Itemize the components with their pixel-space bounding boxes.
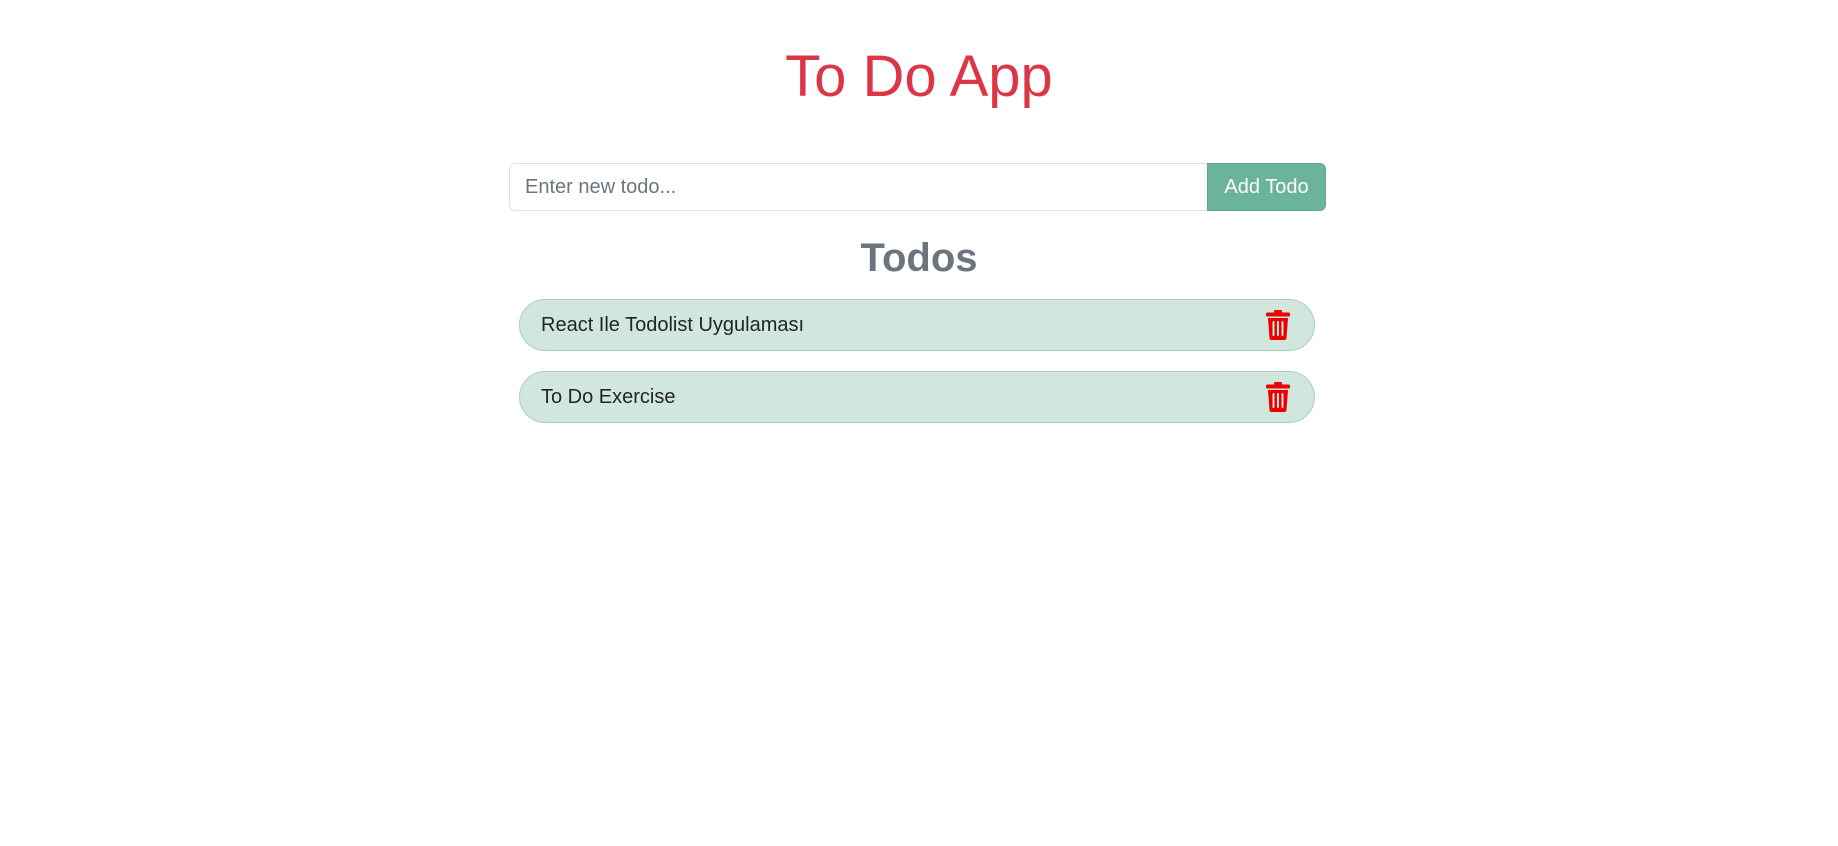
todo-item-text: React Ile Todolist Uygulaması <box>541 313 805 336</box>
todo-item: React Ile Todolist Uygulaması <box>519 299 1315 351</box>
delete-todo-button[interactable] <box>1264 381 1292 413</box>
todo-item: To Do Exercise <box>519 371 1315 423</box>
trash-icon <box>1266 310 1290 340</box>
new-todo-input[interactable] <box>509 163 1207 211</box>
todo-item-text: To Do Exercise <box>541 385 676 408</box>
trash-icon <box>1266 382 1290 412</box>
add-todo-form: Add Todo <box>509 163 1326 211</box>
todo-list: React Ile Todolist Uygulaması To Do Exer… <box>519 299 1315 443</box>
delete-todo-button[interactable] <box>1264 309 1292 341</box>
app-title: To Do App <box>785 44 1053 109</box>
todos-heading: Todos <box>860 236 978 280</box>
add-todo-button[interactable]: Add Todo <box>1207 163 1326 211</box>
